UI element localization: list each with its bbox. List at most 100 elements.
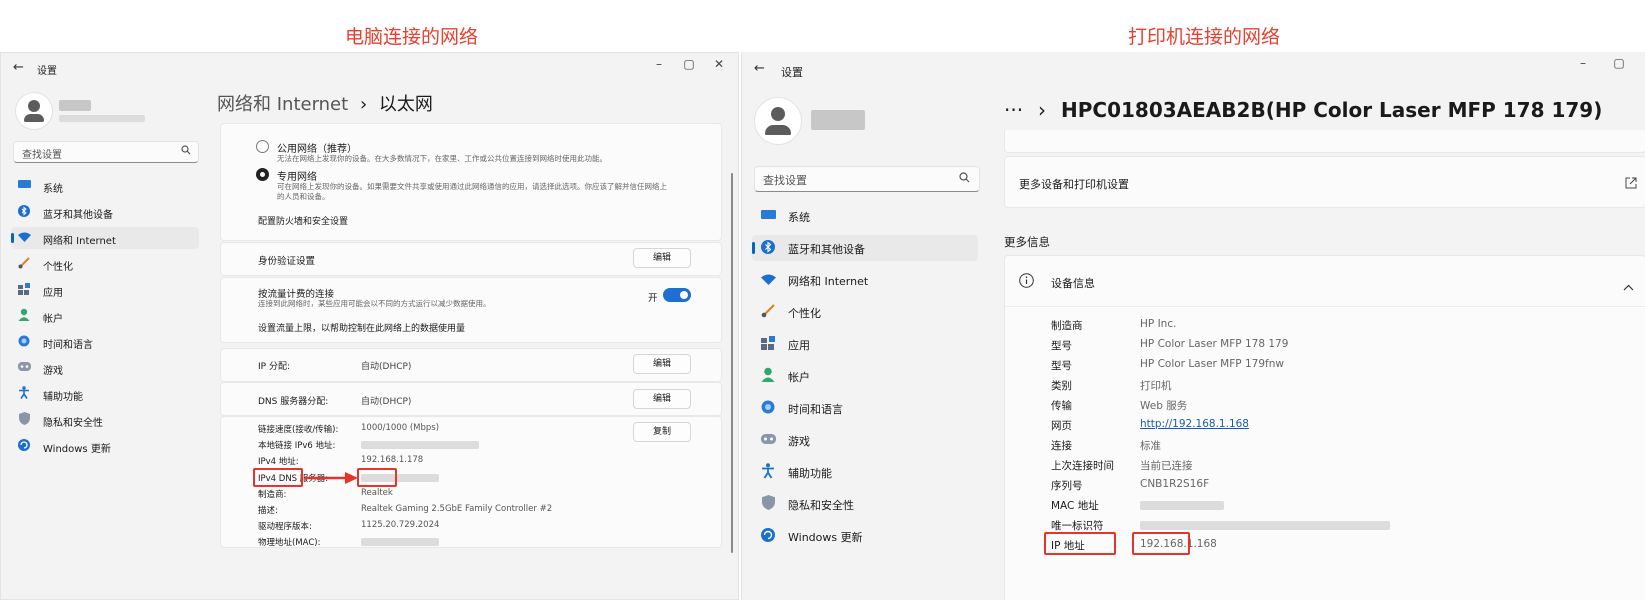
sidebar-item-label: 帐户 (788, 371, 810, 384)
ip-edit-button[interactable]: 编辑 (633, 354, 691, 374)
prop-label: 链接速度(接收/传输): (258, 425, 339, 435)
metered-connection-desc: 连接到此网络时，某些应用可能会以不同的方式运行以减少数据使用。 (258, 299, 491, 308)
metered-connection-toggle[interactable] (663, 288, 691, 302)
back-arrow-icon[interactable]: ← (754, 61, 765, 76)
sidebar-item-accounts[interactable]: 帐户 (11, 305, 199, 327)
info-label: 制造商 (1051, 320, 1083, 332)
public-network-radio[interactable] (256, 140, 269, 153)
user-name-redacted (59, 100, 91, 111)
sidebar-item-label: 应用 (788, 339, 810, 352)
ip-assignment-label: IP 分配: (258, 362, 290, 372)
caption-computer-network: 电脑连接的网络 (345, 26, 479, 48)
private-network-desc-2: 的人员和设备。 (277, 192, 330, 201)
info-value: HP Inc. (1140, 318, 1177, 330)
selection-indicator (11, 233, 14, 243)
ipv4-value-highlight (357, 468, 397, 487)
info-value: HP Color Laser MFP 178 179 (1140, 338, 1289, 350)
user-avatar[interactable] (15, 92, 53, 130)
breadcrumb-parent[interactable]: 网络和 Internet (217, 94, 348, 115)
globe-clock-icon (17, 335, 31, 350)
auth-edit-button[interactable]: 编辑 (633, 248, 691, 268)
breadcrumb-ellipsis[interactable]: ··· (1004, 98, 1023, 122)
shield-icon (760, 495, 776, 513)
maximize-icon[interactable]: ▢ (677, 57, 701, 71)
left-settings-window: ← 设置 – ▢ ✕ 查找设置 系统 蓝牙和其他设备 网络和 Internet (0, 52, 739, 600)
sidebar-item-label: Windows 更新 (43, 444, 111, 455)
user-avatar[interactable] (754, 97, 802, 145)
sidebar-item-gaming[interactable]: 游戏 (752, 427, 978, 453)
minimize-icon[interactable]: – (1571, 56, 1595, 70)
search-placeholder: 查找设置 (22, 150, 62, 161)
monitor-icon (17, 179, 31, 193)
bluetooth-icon (17, 205, 31, 220)
copy-button[interactable]: 复制 (633, 422, 691, 442)
info-value: 标准 (1140, 440, 1161, 452)
sidebar-item-label: 个性化 (788, 307, 821, 320)
minimize-icon[interactable]: – (647, 57, 671, 71)
sidebar-item-privacy[interactable]: 隐私和安全性 (11, 409, 199, 431)
sidebar-item-time-language[interactable]: 时间和语言 (11, 331, 199, 353)
sidebar-item-bluetooth[interactable]: 蓝牙和其他设备 (752, 235, 978, 261)
search-input[interactable]: 查找设置 (13, 141, 199, 163)
more-printer-settings-card[interactable]: 更多设备和打印机设置 (1004, 156, 1645, 208)
sidebar-item-accessibility[interactable]: 辅助功能 (11, 383, 199, 405)
ipv6-address-redacted (361, 441, 479, 449)
sidebar-item-apps[interactable]: 应用 (11, 279, 199, 301)
prop-label: 制造商: (258, 490, 287, 500)
dns-edit-button[interactable]: 编辑 (633, 389, 691, 409)
sidebar-item-gaming[interactable]: 游戏 (11, 357, 199, 379)
back-arrow-icon[interactable]: ← (13, 60, 24, 75)
sidebar-item-personalization[interactable]: 个性化 (11, 253, 199, 275)
scrollbar[interactable] (731, 173, 733, 553)
prop-label: 描述: (258, 506, 278, 516)
info-label: 网页 (1051, 420, 1072, 432)
sidebar-item-windows-update[interactable]: Windows 更新 (752, 523, 978, 549)
prop-label: 物理地址(MAC): (258, 538, 321, 548)
sidebar-item-network[interactable]: 网络和 Internet (752, 267, 978, 293)
sidebar-item-privacy[interactable]: 隐私和安全性 (752, 491, 978, 517)
maximize-icon[interactable]: ▢ (1607, 56, 1631, 70)
sidebar-item-label: 系统 (43, 184, 63, 195)
search-input[interactable]: 查找设置 (754, 166, 980, 192)
info-label: 序列号 (1051, 480, 1083, 492)
prop-label: IPv4 地址: (258, 457, 299, 467)
sidebar-item-system[interactable]: 系统 (752, 203, 978, 229)
sidebar-item-system[interactable]: 系统 (11, 175, 199, 197)
sidebar-item-apps[interactable]: 应用 (752, 331, 978, 357)
data-limit-link[interactable]: 设置流量上限，以帮助控制在此网络上的数据使用量 (258, 321, 465, 334)
left-title-bar: ← 设置 – ▢ ✕ (1, 53, 738, 85)
ip-assignment-card: IP 分配: 自动(DHCP) 编辑 (220, 348, 722, 382)
info-value: Web 服务 (1140, 400, 1188, 412)
ip-assignment-value: 自动(DHCP) (361, 362, 412, 372)
window-title: 设置 (781, 66, 803, 79)
wifi-icon (17, 232, 31, 245)
sidebar-item-personalization[interactable]: 个性化 (752, 299, 978, 325)
ip-label-highlight (1044, 532, 1116, 555)
info-icon (1019, 273, 1034, 292)
sidebar-item-bluetooth[interactable]: 蓝牙和其他设备 (11, 201, 199, 223)
device-info-title: 设备信息 (1051, 277, 1095, 290)
device-info-header[interactable]: 设备信息 (1005, 256, 1645, 307)
sidebar-item-time-language[interactable]: 时间和语言 (752, 395, 978, 421)
firewall-settings-link[interactable]: 配置防火墙和安全设置 (258, 214, 348, 227)
sidebar-item-accessibility[interactable]: 辅助功能 (752, 459, 978, 485)
breadcrumb-current: 以太网 (378, 94, 433, 115)
gamepad-icon (17, 362, 31, 374)
sidebar-item-windows-update[interactable]: Windows 更新 (11, 435, 199, 457)
sidebar-item-label: 隐私和安全性 (43, 418, 103, 429)
accessibility-icon (760, 463, 776, 482)
ipv4-label-highlight (253, 468, 303, 487)
device-info-card: 设备信息 制造商 HP Inc. 型号 HP Color Laser MFP 1… (1004, 255, 1645, 600)
close-icon[interactable]: ✕ (707, 57, 731, 71)
search-icon (181, 145, 191, 158)
printer-webpage-link[interactable]: http://192.168.1.168 (1140, 418, 1249, 430)
ipv4-address-value: 192.168.1.178 (361, 455, 424, 465)
chevron-up-icon[interactable] (1623, 276, 1634, 295)
right-settings-window: ← 设置 – ▢ 查找设置 系统 蓝牙和其他设备 网络和 Internet 个性… (741, 52, 1645, 600)
sidebar-item-label: Windows 更新 (788, 531, 863, 544)
sidebar-item-accounts[interactable]: 帐户 (752, 363, 978, 389)
caption-printer-network: 打印机连接的网络 (1128, 26, 1281, 48)
private-network-radio[interactable] (256, 168, 269, 181)
sidebar-item-network[interactable]: 网络和 Internet (11, 227, 199, 249)
info-value: 打印机 (1140, 380, 1172, 392)
